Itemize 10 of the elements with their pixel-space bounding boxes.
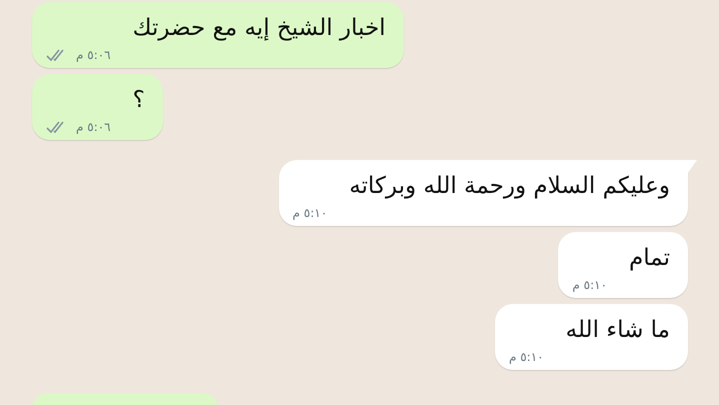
message-text: تمام bbox=[629, 244, 670, 273]
message-text: اخبار الشيخ إيه مع حضرتك bbox=[132, 14, 386, 43]
message-text: وعليكم السلام ورحمة الله وبركاته bbox=[349, 172, 670, 201]
message-time: ٥:١٠ م bbox=[572, 278, 608, 292]
message-text: ؟ bbox=[132, 86, 145, 115]
message-time: ٥:١٠ م bbox=[508, 350, 544, 364]
message-time: ٥:٠٦ م bbox=[76, 120, 111, 134]
message-time: ٥:١٠ م bbox=[292, 206, 328, 220]
message-time: ٥:٠٦ م bbox=[76, 48, 111, 62]
message-text: ما شاء الله bbox=[566, 316, 670, 345]
